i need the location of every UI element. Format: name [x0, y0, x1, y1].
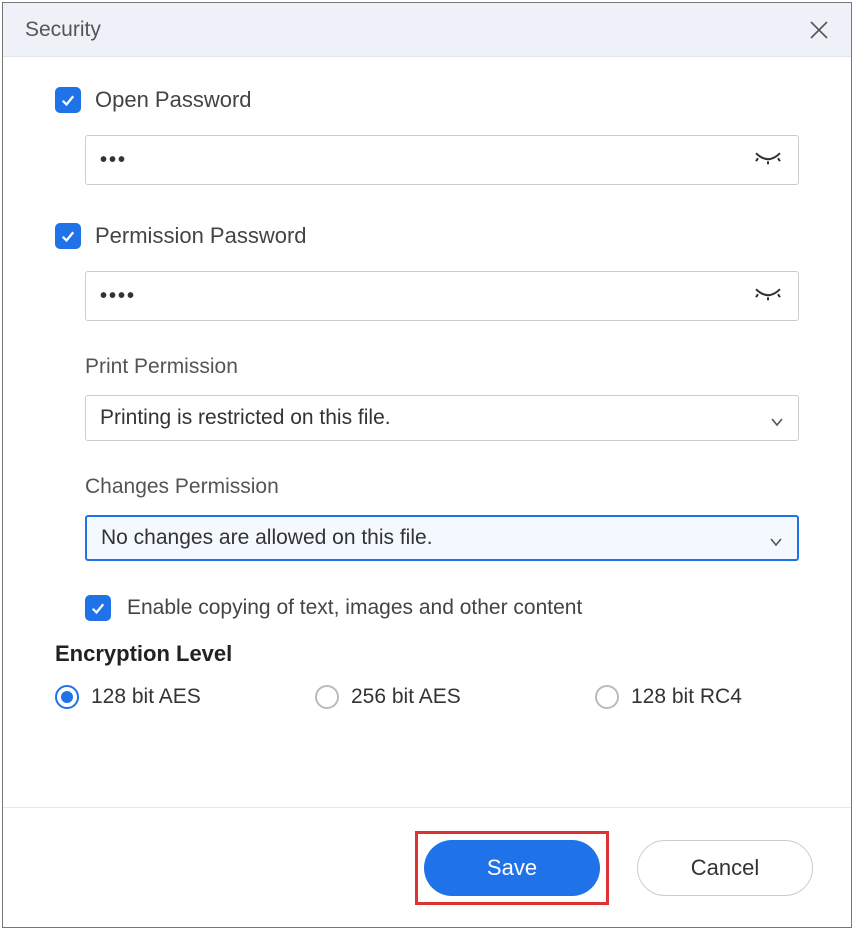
print-permission-value: Printing is restricted on this file.: [100, 406, 391, 430]
eye-closed-icon[interactable]: [754, 285, 782, 303]
chevron-down-icon: [769, 531, 783, 545]
encryption-heading: Encryption Level: [55, 641, 799, 667]
eye-closed-icon[interactable]: [754, 149, 782, 167]
open-password-checkbox[interactable]: [55, 87, 81, 113]
radio-icon: [595, 685, 619, 709]
changes-permission-select[interactable]: No changes are allowed on this file.: [85, 515, 799, 561]
dialog-title: Security: [25, 18, 101, 42]
print-permission-label: Print Permission: [85, 355, 799, 379]
encryption-option-256-aes[interactable]: 256 bit AES: [315, 685, 595, 709]
radio-icon: [55, 685, 79, 709]
encryption-options: 128 bit AES 256 bit AES 128 bit RC4: [55, 685, 799, 709]
open-password-value: •••: [100, 149, 127, 172]
chevron-down-icon: [770, 411, 784, 425]
permission-password-label: Permission Password: [95, 223, 307, 249]
encryption-option-128-aes[interactable]: 128 bit AES: [55, 685, 315, 709]
encryption-option-label: 128 bit RC4: [631, 685, 742, 709]
open-password-section: Open Password •••: [55, 87, 799, 185]
changes-permission-value: No changes are allowed on this file.: [101, 526, 433, 550]
security-dialog: Security Open Password •••: [2, 2, 852, 928]
save-button[interactable]: Save: [424, 840, 600, 896]
enable-copy-row: Enable copying of text, images and other…: [85, 595, 799, 621]
permission-password-checkbox[interactable]: [55, 223, 81, 249]
permission-password-input[interactable]: ••••: [85, 271, 799, 321]
enable-copy-checkbox[interactable]: [85, 595, 111, 621]
encryption-option-label: 256 bit AES: [351, 685, 461, 709]
enable-copy-label: Enable copying of text, images and other…: [127, 596, 582, 620]
print-permission-select[interactable]: Printing is restricted on this file.: [85, 395, 799, 441]
save-highlight: Save: [415, 831, 609, 905]
radio-icon: [315, 685, 339, 709]
dialog-footer: Save Cancel: [3, 807, 851, 927]
encryption-option-label: 128 bit AES: [91, 685, 201, 709]
permission-password-value: ••••: [100, 285, 136, 308]
open-password-input[interactable]: •••: [85, 135, 799, 185]
open-password-label: Open Password: [95, 87, 252, 113]
close-icon[interactable]: [807, 18, 831, 42]
encryption-option-128-rc4[interactable]: 128 bit RC4: [595, 685, 742, 709]
titlebar: Security: [3, 3, 851, 57]
cancel-button[interactable]: Cancel: [637, 840, 813, 896]
dialog-body: Open Password ••• Permission Password: [3, 57, 851, 807]
changes-permission-label: Changes Permission: [85, 475, 799, 499]
permission-password-section: Permission Password •••• Print Permissio…: [55, 223, 799, 621]
